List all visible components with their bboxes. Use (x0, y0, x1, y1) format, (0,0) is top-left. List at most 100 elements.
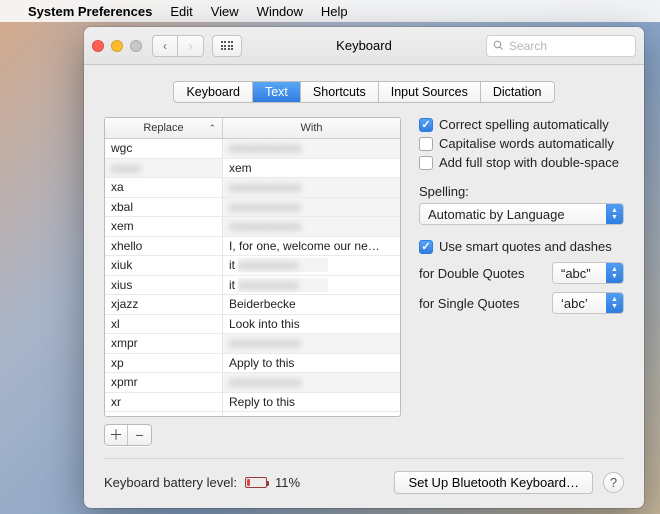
menubar-item-help[interactable]: Help (321, 4, 348, 19)
table-row[interactable]: xrReply to this (105, 393, 400, 413)
table-row[interactable]: xshortcutOS X's own text expansion (105, 412, 400, 416)
tab-bar: Keyboard Text Shortcuts Input Sources Di… (173, 81, 554, 103)
cell-replace[interactable]: xhello (105, 237, 223, 256)
cell-replace[interactable]: xr (105, 393, 223, 412)
cell-replace[interactable]: xiuk (105, 256, 223, 275)
cell-with[interactable]: xxxxxxxxxxxx (223, 334, 400, 353)
cell-replace[interactable]: xbal (105, 198, 223, 217)
table-row[interactable]: xiukit xxxxxxxxxx (105, 256, 400, 276)
smart-quotes-checkbox[interactable]: Use smart quotes and dashes (419, 239, 624, 254)
checkbox-icon (419, 137, 433, 151)
cell-with[interactable]: it xxxxxxxxxx (223, 256, 400, 275)
cell-with[interactable]: Reply to this (223, 393, 400, 412)
tab-text[interactable]: Text (253, 82, 301, 102)
content-area: Keyboard Text Shortcuts Input Sources Di… (84, 65, 644, 508)
cell-with[interactable]: xxxxxxxxxxxx (223, 139, 400, 158)
cell-with[interactable]: xxxxxxxxxxxx (223, 178, 400, 197)
cell-replace[interactable]: xl (105, 315, 223, 334)
battery-percent: 11% (275, 475, 300, 490)
table-row[interactable]: xjazzBeiderbecke (105, 295, 400, 315)
cell-with[interactable]: Apply to this (223, 354, 400, 373)
traffic-lights (92, 40, 142, 52)
spelling-select[interactable]: Automatic by Language ▲▼ (419, 203, 624, 225)
stepper-arrows-icon: ▲▼ (606, 263, 623, 283)
search-input[interactable] (509, 39, 629, 53)
cell-with[interactable]: xxxxxxxxxxxx (223, 217, 400, 236)
table-row[interactable]: xaxxxxxxxxxxxx (105, 178, 400, 198)
replacements-table: Replace ⌃ With wgcxxxxxxxxxxxxxxxxxxemxa… (104, 117, 401, 417)
cell-replace[interactable]: xem (105, 217, 223, 236)
cell-with[interactable]: Look into this (223, 315, 400, 334)
cell-with[interactable]: xem (223, 159, 400, 178)
setup-bluetooth-keyboard-button[interactable]: Set Up Bluetooth Keyboard… (394, 471, 593, 494)
table-row[interactable]: xiusit xxxxxxxxxx (105, 276, 400, 296)
menubar-item-edit[interactable]: Edit (170, 4, 192, 19)
table-row[interactable]: xhelloI, for one, welcome our ne… (105, 237, 400, 257)
cell-with[interactable]: xxxxxxxxxxxx (223, 373, 400, 392)
search-icon (493, 40, 504, 51)
add-button[interactable]: ＋ (105, 425, 128, 445)
cell-replace[interactable]: wgc (105, 139, 223, 158)
close-icon[interactable] (92, 40, 104, 52)
cell-replace[interactable]: xpmr (105, 373, 223, 392)
cell-replace[interactable]: xp (105, 354, 223, 373)
table-row[interactable]: xbalxxxxxxxxxxxx (105, 198, 400, 218)
tab-input-sources[interactable]: Input Sources (379, 82, 481, 102)
sort-caret-icon: ⌃ (208, 123, 216, 134)
column-header-with[interactable]: With (223, 118, 400, 138)
minimize-icon[interactable] (111, 40, 123, 52)
correct-spelling-checkbox[interactable]: Correct spelling automatically (419, 117, 624, 132)
table-row[interactable]: xlLook into this (105, 315, 400, 335)
cell-replace[interactable]: xa (105, 178, 223, 197)
back-button[interactable]: ‹ (152, 35, 178, 57)
nav-back-forward: ‹ › (152, 35, 204, 57)
tab-dictation[interactable]: Dictation (481, 82, 554, 102)
column-header-replace[interactable]: Replace ⌃ (105, 118, 223, 138)
spelling-label: Spelling: (419, 184, 624, 199)
cell-replace[interactable]: xshortcut (105, 412, 223, 416)
system-menubar: System Preferences Edit View Window Help (0, 0, 660, 22)
cell-replace[interactable]: xius (105, 276, 223, 295)
table-row[interactable]: xpApply to this (105, 354, 400, 374)
preferences-window: ‹ › Keyboard Keyboard Text Shortcuts Inp… (84, 27, 644, 508)
table-row[interactable]: xpmrxxxxxxxxxxxx (105, 373, 400, 393)
double-quotes-label: for Double Quotes (419, 266, 544, 281)
cell-with[interactable]: Beiderbecke (223, 295, 400, 314)
capitalise-words-checkbox[interactable]: Capitalise words automatically (419, 136, 624, 151)
tab-shortcuts[interactable]: Shortcuts (301, 82, 379, 102)
options-panel: Correct spelling automatically Capitalis… (419, 117, 624, 446)
menubar-item-view[interactable]: View (211, 4, 239, 19)
zoom-icon (130, 40, 142, 52)
search-field[interactable] (486, 35, 636, 57)
double-quotes-select[interactable]: “abc” ▲▼ (552, 262, 624, 284)
table-row[interactable]: xxxxxxem (105, 159, 400, 179)
footer: Keyboard battery level: 11% Set Up Bluet… (104, 458, 624, 494)
tab-keyboard[interactable]: Keyboard (174, 82, 253, 102)
help-button[interactable]: ? (603, 472, 624, 493)
full-stop-checkbox[interactable]: Add full stop with double-space (419, 155, 624, 170)
table-row[interactable]: xemxxxxxxxxxxxx (105, 217, 400, 237)
cell-with[interactable]: it xxxxxxxxxx (223, 276, 400, 295)
single-quotes-select[interactable]: ‘abc’ ▲▼ (552, 292, 624, 314)
cell-with[interactable]: xxxxxxxxxxxx (223, 198, 400, 217)
checkbox-icon (419, 156, 433, 170)
checkbox-icon (419, 118, 433, 132)
add-remove-buttons: ＋ − (104, 424, 152, 446)
cell-with[interactable]: OS X's own text expansion (223, 412, 400, 416)
single-quotes-label: for Single Quotes (419, 296, 544, 311)
menubar-app-name[interactable]: System Preferences (28, 4, 152, 19)
stepper-arrows-icon: ▲▼ (606, 204, 623, 224)
menubar-item-window[interactable]: Window (257, 4, 303, 19)
titlebar: ‹ › Keyboard (84, 27, 644, 65)
show-all-button[interactable] (212, 35, 242, 57)
remove-button[interactable]: − (128, 425, 151, 445)
cell-with[interactable]: I, for one, welcome our ne… (223, 237, 400, 256)
table-row[interactable]: wgcxxxxxxxxxxxx (105, 139, 400, 159)
forward-button: › (178, 35, 204, 57)
cell-replace[interactable]: xjazz (105, 295, 223, 314)
table-row[interactable]: xmprxxxxxxxxxxxx (105, 334, 400, 354)
cell-replace[interactable]: xmpr (105, 334, 223, 353)
checkbox-icon (419, 240, 433, 254)
cell-replace[interactable]: xxxxx (105, 159, 223, 178)
keyboard-battery-status: Keyboard battery level: 11% (104, 475, 300, 490)
